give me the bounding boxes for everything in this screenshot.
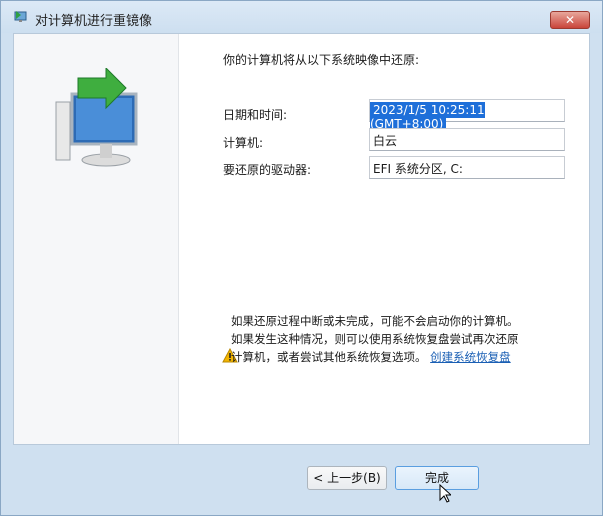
restore-intro: 你的计算机将从以下系统映像中还原: (223, 53, 420, 67)
close-button[interactable]: ✕ (550, 11, 590, 29)
computer-field[interactable]: 白云 (369, 128, 565, 151)
window-title: 对计算机进行重镜像 (35, 14, 153, 29)
computer-value: 白云 (373, 134, 398, 148)
drives-field[interactable]: EFI 系统分区, C: (369, 156, 565, 179)
button-bar: < 上一步(B) 完成 (13, 445, 590, 505)
left-panel (14, 34, 179, 444)
drives-label: 要还原的驱动器: (223, 163, 312, 177)
computer-label: 计算机: (223, 136, 264, 150)
warning-message: 如果还原过程中断或未完成，可能不会启动你的计算机。 如果发生这种情况，则可以使用… (231, 312, 586, 366)
computer-restore-icon (55, 68, 138, 167)
system-restore-icon (14, 11, 27, 22)
drives-value: EFI 系统分区, C: (373, 162, 463, 176)
warning-line-2: 如果发生这种情况，则可以使用系统恢复盘尝试再次还原 (231, 332, 519, 346)
title-bar[interactable]: 对计算机进行重镜像 ✕ (1, 1, 602, 33)
warning-line-1: 如果还原过程中断或未完成，可能不会启动你的计算机。 (231, 314, 519, 328)
warning-line-3: 计算机，或者尝试其他系统恢复选项。 (231, 350, 427, 364)
back-button[interactable]: < 上一步(B) (307, 466, 387, 490)
mouse-cursor-icon (439, 484, 451, 503)
warning-line-3-wrap: 计算机，或者尝试其他系统恢复选项。 创建系统恢复盘 (231, 348, 586, 366)
finish-button[interactable]: 完成 (395, 466, 479, 490)
dialog-window: 对计算机进行重镜像 ✕ 你的计算机将从以下系统映像中还原: 日期和时间: 202… (0, 0, 603, 516)
create-recovery-disc-link[interactable]: 创建系统恢复盘 (430, 350, 511, 364)
date-time-field[interactable]: 2023/1/5 10:25:11 (GMT+8:00) (369, 99, 565, 132)
date-time-label: 日期和时间: (223, 108, 288, 122)
wizard-content: 你的计算机将从以下系统映像中还原: 日期和时间: 2023/1/5 10:25:… (13, 33, 590, 445)
